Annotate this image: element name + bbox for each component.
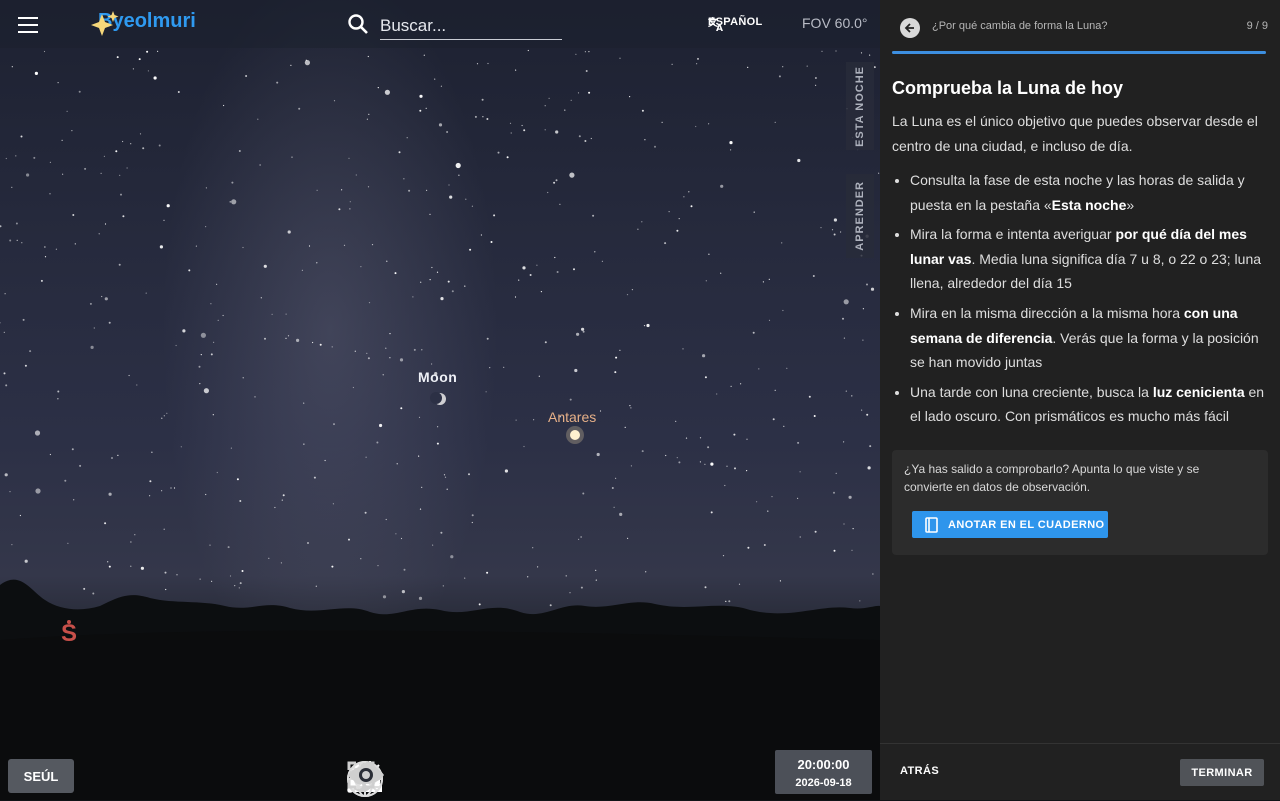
atmosphere-icon[interactable] [348,760,472,798]
list-item: Mira en la misma dirección a la misma ho… [910,301,1268,375]
list-item: Una tarde con luna creciente, busca la l… [910,380,1268,429]
tab-tonight[interactable]: ESTA NOCHE [846,62,874,150]
list-item: Mira la forma e intenta averiguar por qu… [910,222,1268,296]
time-label: 20:00:00 [797,757,850,772]
lesson-panel: ¿Por qué cambia de forma la Luna? 9 / 9 … [880,0,1280,800]
search-input[interactable] [380,12,562,40]
tab-tonight-label: ESTA NOCHE [854,65,866,147]
search-box[interactable] [346,12,562,40]
moon-marker [430,392,446,405]
app-brand[interactable]: Byeolmuri [90,10,196,36]
previous-button[interactable]: ATRÁS [900,765,939,777]
star-field [0,49,880,611]
datetime-display[interactable]: 20:00:00 2026-09-18 [775,750,872,794]
record-in-notebook-button[interactable]: ANOTAR EN EL CUADERNO [912,511,1108,538]
sparkle-logo-icon [91,11,119,36]
lesson-header: ¿Por qué cambia de forma la Luna? 9 / 9 [880,0,1280,64]
search-icon[interactable] [346,12,370,36]
antares-label[interactable]: Antares [548,409,596,425]
back-arrow-icon[interactable] [900,18,920,38]
compass-south-label: S [61,620,78,647]
lesson-bullet-list: Consulta la fase de esta noche y las hor… [892,168,1268,429]
azimuthal-grid-icon[interactable] [347,760,560,798]
date-label: 2026-09-18 [795,777,852,789]
lesson-footer: ATRÁS TERMINAR [880,743,1280,801]
list-item: Consulta la fase de esta noche y las hor… [910,168,1268,217]
lesson-title: Comprueba la Luna de hoy [892,78,1124,98]
translate-icon: 文 A [708,16,723,32]
tab-learn-label: APRENDER [854,181,866,251]
night-mode-eye-icon[interactable] [348,760,692,798]
lesson-intro: La Luna es el único objetivo que puedes … [892,113,1258,154]
finish-button[interactable]: TERMINAR [1180,759,1264,786]
sky-canvas[interactable] [0,0,880,800]
view-toolbar [346,760,736,798]
equatorial-grid-icon[interactable] [347,760,604,798]
note-prompt: ¿Ya has salido a comprobarlo? Apunta lo … [904,462,1200,494]
top-bar: Byeolmuri 文 A ESPAÑOL FOV 60.0° [0,0,880,48]
fov-readout: FOV 60.0° [802,15,868,31]
fullscreen-icon[interactable] [347,760,736,798]
step-counter: 9 / 9 [1246,20,1268,32]
notebook-icon [925,516,938,533]
tab-learn[interactable]: APRENDER [846,174,874,258]
moon-label[interactable]: Moon [418,369,457,385]
compass-south: S [61,620,77,648]
deep-sky-objects-icon[interactable] [352,760,648,798]
lesson-progress-fill [892,51,1266,54]
observation-note-card: ¿Ya has salido a comprobarlo? Apunta lo … [892,450,1268,555]
language-selector[interactable]: 文 A ESPAÑOL [708,16,762,32]
landscape-icon[interactable] [348,760,516,798]
svg-text:A: A [716,24,723,32]
menu-icon[interactable] [14,12,42,36]
location-button[interactable]: SEÚL [8,759,74,793]
lesson-progress-bar [892,51,1266,54]
sky-view[interactable]: Byeolmuri 文 A ESPAÑOL FOV 60.0° ESTA NOC… [0,0,880,800]
constellation-art-icon[interactable] [351,760,428,798]
record-button-label: ANOTAR EN EL CUADERNO [948,518,1105,531]
lesson-content: Comprueba la Luna de hoy La Luna es el ú… [892,78,1268,434]
lesson-breadcrumb: ¿Por qué cambia de forma la Luna? [932,20,1108,32]
